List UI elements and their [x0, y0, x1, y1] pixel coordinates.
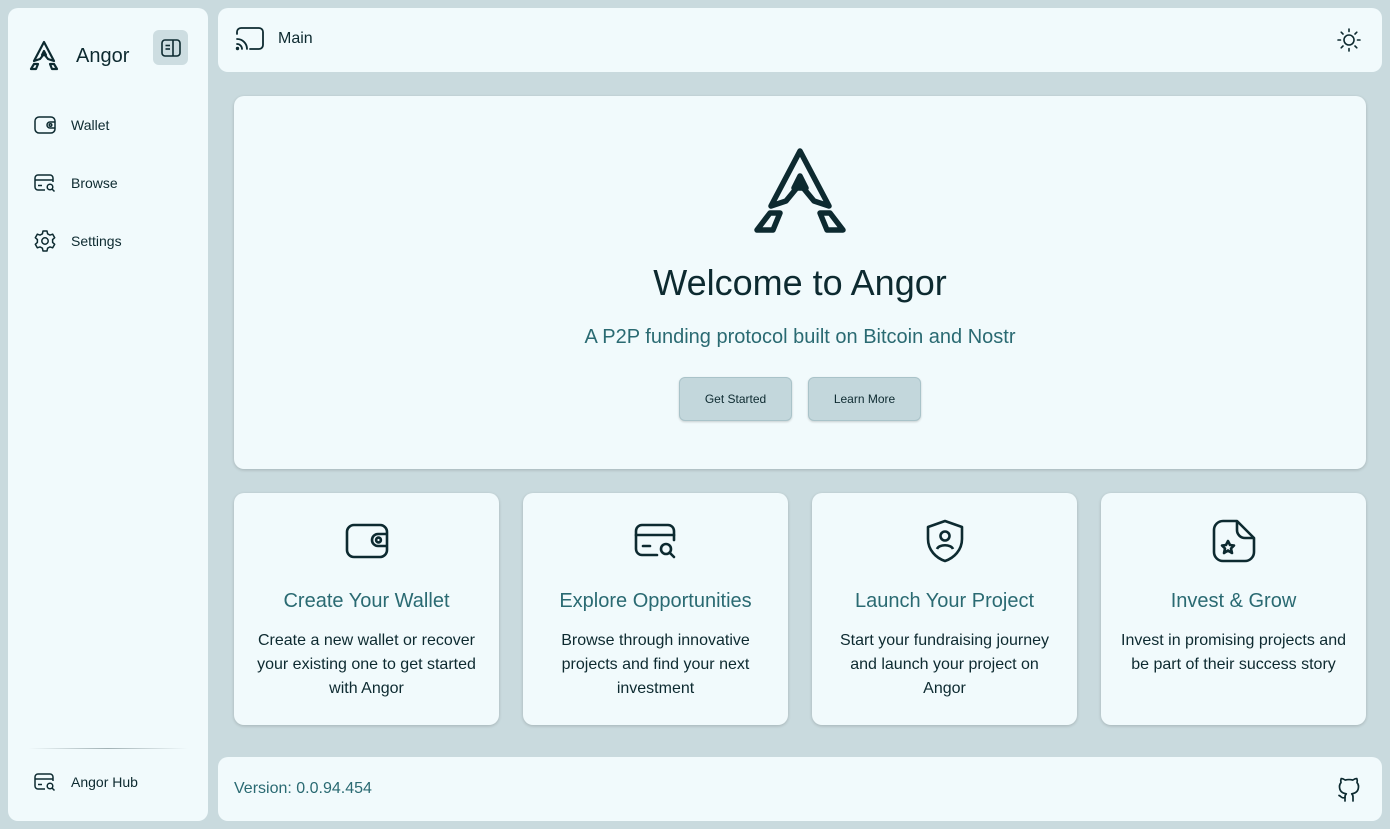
card-description: Invest in promising projects and be part…: [1121, 632, 1346, 673]
version-label: Version: 0.0.94.454: [234, 780, 372, 797]
top-bar: Main: [218, 8, 1382, 72]
browse-icon: [34, 174, 56, 193]
sidebar-item-label: Browse: [71, 175, 118, 191]
card-title: Invest & Grow: [1170, 590, 1297, 612]
sidebar-item-wallet[interactable]: Wallet: [32, 107, 192, 143]
wallet-icon: [345, 523, 389, 559]
sidebar-item-label: Angor Hub: [71, 774, 138, 790]
feature-card-explore-opportunities[interactable]: Explore Opportunities Browse through inn…: [523, 493, 788, 725]
sidebar-toggle-icon: [160, 38, 181, 57]
browse-icon: [634, 523, 676, 559]
cast-icon: [235, 27, 264, 51]
github-icon[interactable]: [1336, 775, 1362, 803]
brand[interactable]: Angor: [28, 32, 129, 80]
sidebar: Angor Wallet Browse Settings Angor Hub: [8, 8, 208, 821]
sidebar-toggle-button[interactable]: [153, 30, 188, 65]
learn-more-button[interactable]: Learn More: [808, 377, 921, 421]
hero-title: Welcome to Angor: [653, 262, 947, 303]
card-title: Create Your Wallet: [283, 590, 450, 612]
sidebar-item-browse[interactable]: Browse: [32, 165, 192, 201]
sidebar-item-label: Settings: [71, 233, 122, 249]
angor-logo-icon: [754, 148, 846, 233]
sidebar-divider: [28, 748, 188, 749]
feature-card-invest-grow[interactable]: Invest & Grow Invest in promising projec…: [1101, 493, 1366, 725]
card-title: Explore Opportunities: [559, 590, 752, 612]
hero-subtitle: A P2P funding protocol built on Bitcoin …: [584, 326, 1016, 348]
angor-logo-icon: [29, 40, 59, 71]
sidebar-item-angor-hub[interactable]: Angor Hub: [32, 764, 192, 800]
feature-card-launch-project[interactable]: Launch Your Project Start your fundraisi…: [812, 493, 1077, 725]
sidebar-item-label: Wallet: [71, 117, 110, 133]
document-star-icon: [1212, 519, 1256, 563]
card-description: Create a new wallet or recover your exis…: [257, 632, 476, 697]
sidebar-item-settings[interactable]: Settings: [32, 223, 192, 259]
feature-card-create-wallet[interactable]: Create Your Wallet Create a new wallet o…: [234, 493, 499, 725]
browse-icon: [34, 773, 56, 792]
welcome-hero: Welcome to Angor A P2P funding protocol …: [234, 96, 1366, 469]
gear-icon: [34, 230, 56, 252]
card-title: Launch Your Project: [854, 590, 1035, 612]
get-started-button[interactable]: Get Started: [679, 377, 792, 421]
wallet-icon: [34, 116, 56, 134]
card-description: Start your fundraising journey and launc…: [840, 632, 1049, 697]
shield-user-icon: [926, 519, 964, 563]
footer: Version: 0.0.94.454: [218, 757, 1382, 821]
brand-name: Angor: [76, 44, 130, 67]
card-description: Browse through innovative projects and f…: [561, 632, 750, 697]
page-title: Main: [278, 30, 313, 47]
sun-icon[interactable]: [1336, 27, 1362, 53]
